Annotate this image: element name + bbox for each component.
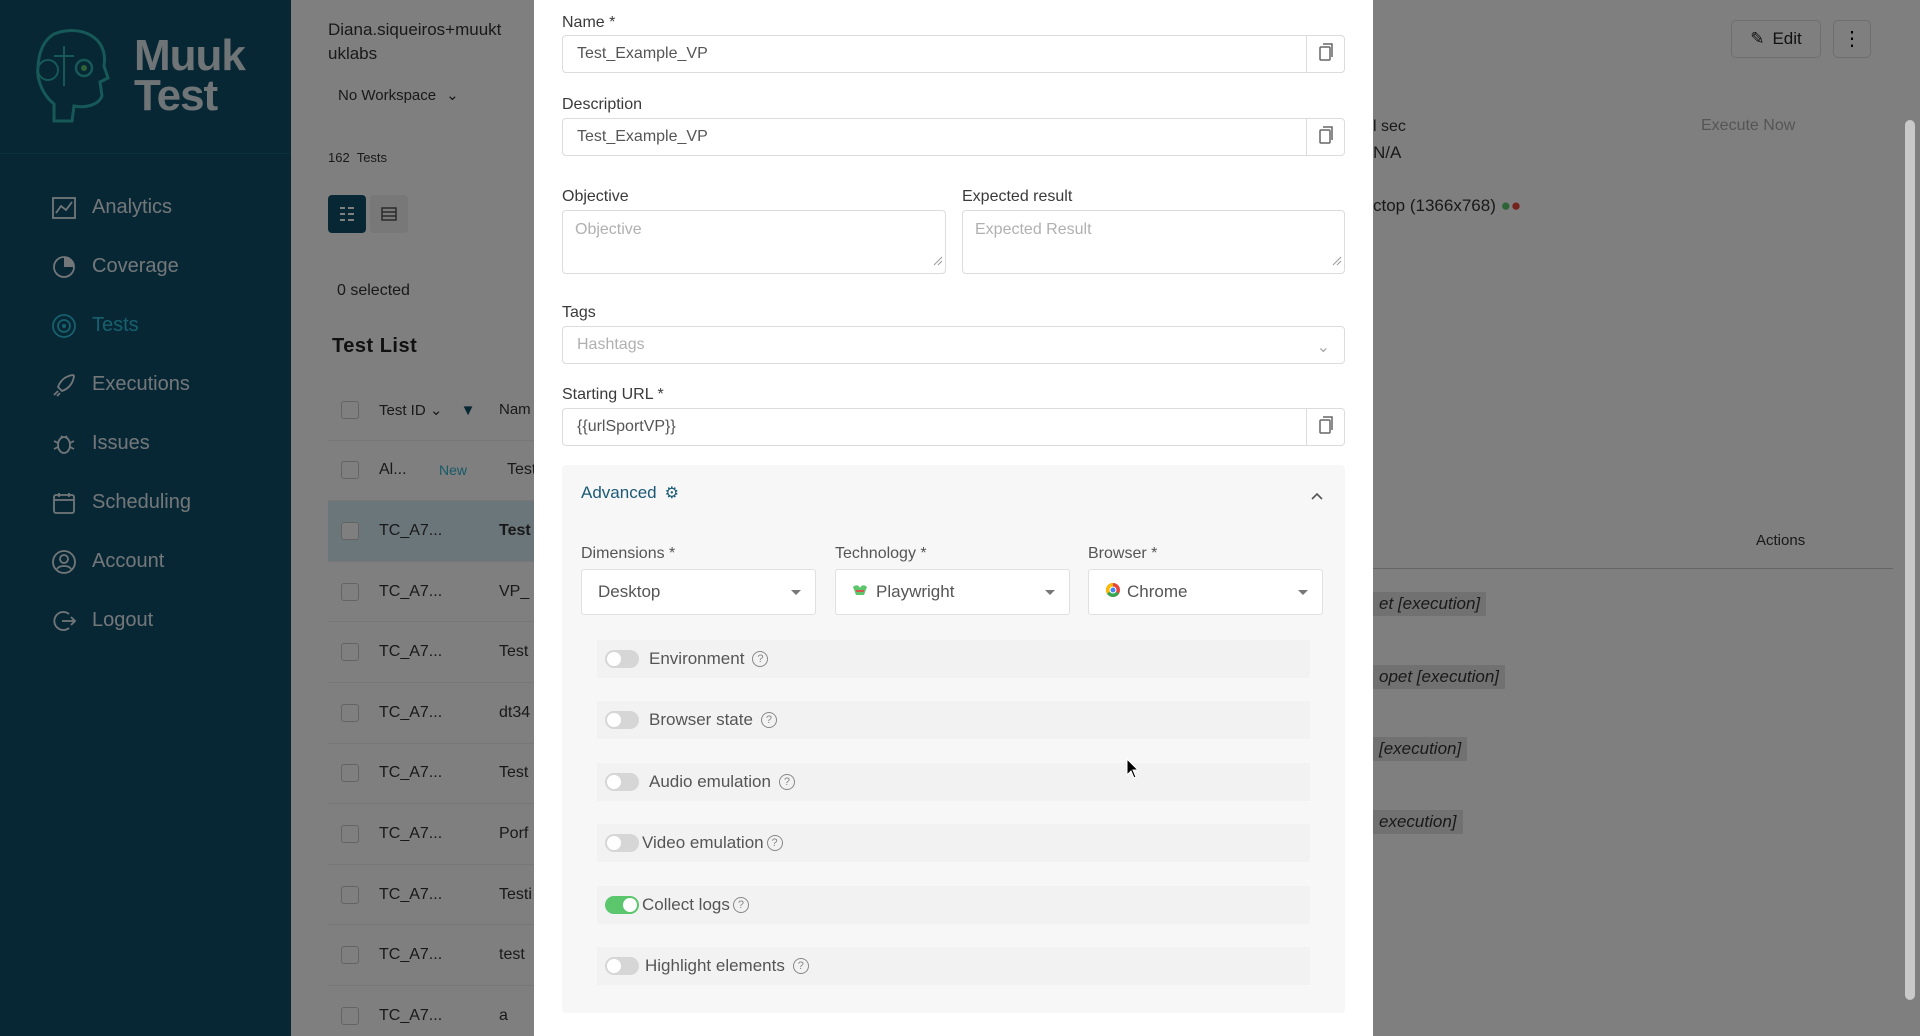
copy-button[interactable] xyxy=(1306,119,1344,155)
description-label: Description xyxy=(562,96,643,113)
objective-field[interactable]: Objective xyxy=(562,210,946,274)
name-label: Name * xyxy=(562,14,616,31)
technology-select[interactable]: Playwright xyxy=(835,569,1070,615)
caret-down-icon xyxy=(1298,590,1308,595)
help-icon[interactable]: ? xyxy=(732,897,749,913)
caret-down-icon xyxy=(1045,590,1055,595)
collect-logs-toggle[interactable] xyxy=(605,896,639,914)
advanced-toggle[interactable]: Advanced ⚙ xyxy=(581,483,679,503)
video-emulation-toggle[interactable] xyxy=(605,834,639,852)
copy-button[interactable] xyxy=(1306,409,1344,445)
chevron-up-icon[interactable] xyxy=(1311,487,1323,505)
expected-result-label: Expected result xyxy=(962,188,1073,205)
caret-down-icon xyxy=(791,590,801,595)
resize-handle-icon[interactable] xyxy=(1332,253,1342,271)
technology-label: Technology * xyxy=(835,545,927,562)
edit-test-modal: Name * Test_Example_VP Description Test_… xyxy=(534,0,1373,1036)
environment-row: Environment ? xyxy=(597,640,1310,678)
chevron-down-icon: ⌄ xyxy=(1316,339,1330,356)
help-icon[interactable]: ? xyxy=(752,651,769,667)
advanced-section: Advanced ⚙ Dimensions * Desktop Technolo… xyxy=(562,465,1345,1013)
page-scrollbar[interactable] xyxy=(1905,120,1915,1000)
browser-select[interactable]: Chrome xyxy=(1088,569,1323,615)
tags-label: Tags xyxy=(562,304,596,321)
browser-label: Browser * xyxy=(1088,545,1158,562)
gear-icon: ⚙ xyxy=(664,485,679,502)
tags-field[interactable]: Hashtags ⌄ xyxy=(562,326,1345,364)
description-field[interactable]: Test_Example_VP xyxy=(562,118,1345,156)
starting-url-field[interactable]: {{urlSportVP}} xyxy=(562,408,1345,446)
copy-button[interactable] xyxy=(1306,36,1344,72)
help-icon[interactable]: ? xyxy=(792,958,809,974)
mouse-cursor-icon xyxy=(1126,757,1140,785)
audio-emulation-row: Audio emulation ? xyxy=(597,763,1310,801)
help-icon[interactable]: ? xyxy=(766,835,783,851)
copy-icon xyxy=(1318,415,1333,439)
copy-icon xyxy=(1318,42,1333,66)
environment-toggle[interactable] xyxy=(605,650,639,668)
resize-handle-icon[interactable] xyxy=(933,253,943,271)
audio-emulation-toggle[interactable] xyxy=(605,773,639,791)
browser-state-row: Browser state ? xyxy=(597,701,1310,739)
help-icon[interactable]: ? xyxy=(760,712,777,728)
dimensions-select[interactable]: Desktop xyxy=(581,569,816,615)
dimensions-label: Dimensions * xyxy=(581,545,676,562)
objective-label: Objective xyxy=(562,188,629,205)
name-field[interactable]: Test_Example_VP xyxy=(562,35,1345,73)
highlight-elements-row: Highlight elements ? xyxy=(597,947,1310,985)
collect-logs-row: Collect logs ? xyxy=(597,886,1310,924)
browser-state-toggle[interactable] xyxy=(605,711,639,729)
video-emulation-row: Video emulation ? xyxy=(597,824,1310,862)
help-icon[interactable]: ? xyxy=(778,774,795,790)
highlight-elements-toggle[interactable] xyxy=(605,957,639,975)
copy-icon xyxy=(1318,125,1333,149)
starting-url-label: Starting URL * xyxy=(562,386,664,403)
chrome-icon xyxy=(1105,582,1121,603)
expected-result-field[interactable]: Expected Result xyxy=(962,210,1345,274)
playwright-icon xyxy=(852,582,868,602)
